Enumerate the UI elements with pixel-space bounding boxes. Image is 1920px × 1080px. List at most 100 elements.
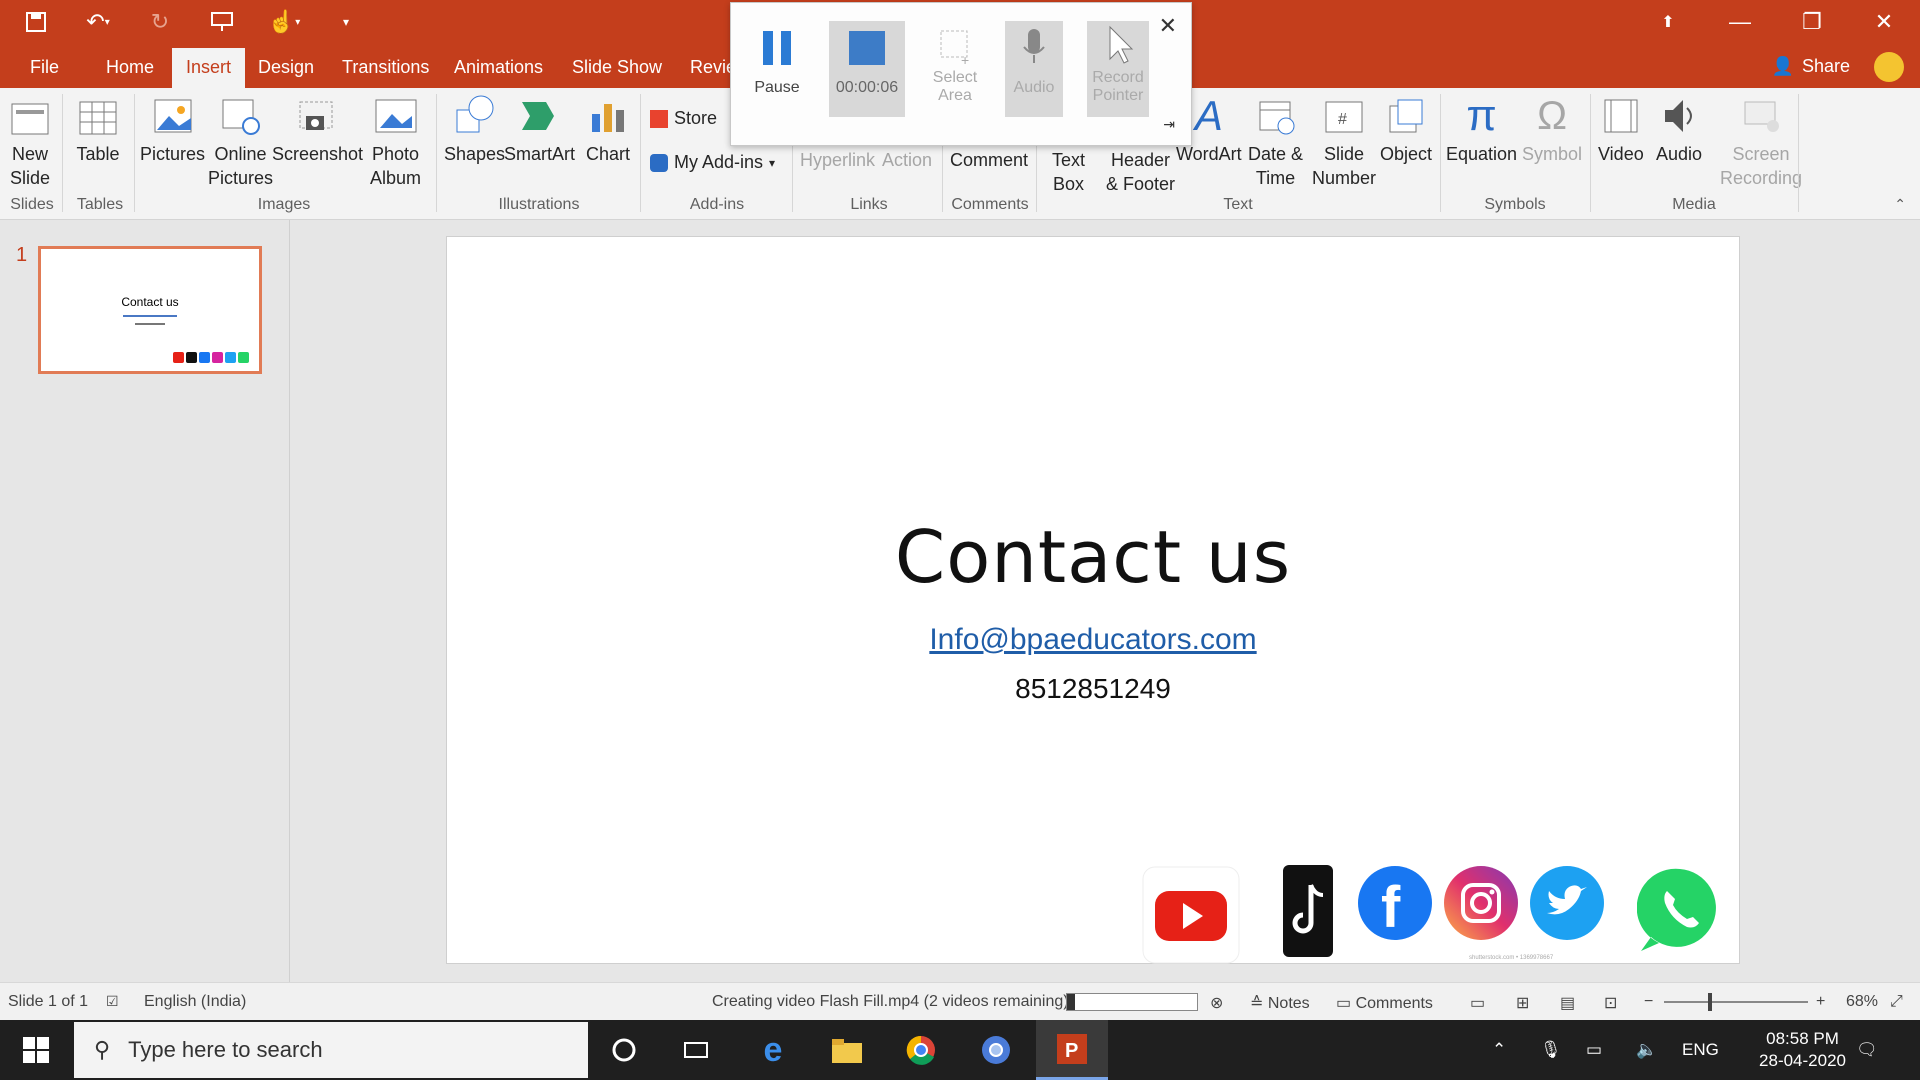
chromium-icon[interactable]	[960, 1020, 1032, 1080]
tab-slide-show[interactable]: Slide Show	[558, 48, 676, 88]
edge-icon[interactable]: e	[737, 1020, 809, 1080]
shapes-button[interactable]: Shapes	[444, 92, 505, 166]
audio-button[interactable]: Audio	[1656, 92, 1702, 166]
file-explorer-icon[interactable]	[811, 1020, 883, 1080]
slide-number-button[interactable]: # Slide Number	[1312, 92, 1376, 190]
ribbon-display-options-icon[interactable]: ⬆	[1632, 0, 1704, 44]
smartart-button[interactable]: SmartArt	[504, 92, 575, 166]
undo-icon[interactable]: ↶ ▾	[82, 6, 114, 38]
feedback-smiley-icon[interactable]	[1874, 52, 1904, 82]
save-icon[interactable]	[20, 6, 52, 38]
show-hidden-icons[interactable]: ⌃	[1492, 1020, 1506, 1080]
fit-to-window-icon[interactable]: ⤢	[1890, 993, 1903, 1011]
customize-qat-icon[interactable]: ▾	[330, 6, 362, 38]
table-button[interactable]: Table	[76, 92, 120, 166]
slide-show-icon[interactable]: ⊡	[1604, 993, 1617, 1013]
screen-recording-button[interactable]: Screen Recording	[1720, 92, 1802, 190]
microphone-tray-icon[interactable]: 🎙	[1540, 1020, 1562, 1080]
hyperlink-button[interactable]: Hyperlink	[800, 148, 875, 172]
taskbar-clock[interactable]: 08:58 PM 28-04-2020	[1759, 1028, 1846, 1072]
twitter-icon[interactable]	[1529, 865, 1605, 941]
text-box-button[interactable]: Text Box	[1052, 148, 1085, 196]
phone-number[interactable]: 8512851249	[447, 673, 1739, 705]
zoom-slider[interactable]	[1664, 1001, 1808, 1003]
tab-design[interactable]: Design	[244, 48, 328, 88]
zoom-slider-thumb[interactable]	[1708, 993, 1712, 1011]
email-link[interactable]: Info@bpaeducators.com	[447, 623, 1739, 657]
tab-insert[interactable]: Insert	[172, 48, 246, 88]
screenshot-icon	[296, 92, 340, 140]
chart-button[interactable]: Chart	[586, 92, 630, 166]
smartart-icon	[518, 92, 562, 140]
cortana-icon[interactable]	[588, 1020, 660, 1080]
select-area-button[interactable]: + Select Area	[917, 21, 993, 117]
new-slide-button[interactable]: New Slide	[8, 92, 52, 190]
notes-button[interactable]: ≙ Notes	[1250, 993, 1310, 1013]
action-button[interactable]: Action	[882, 148, 932, 172]
redo-icon[interactable]: ↻	[144, 6, 176, 38]
slide-canvas[interactable]: Contact us Info@bpaeducators.com 8512851…	[446, 236, 1740, 964]
taskbar-search-box[interactable]: ⚲ Type here to search	[74, 1022, 588, 1078]
symbol-button[interactable]: Ω Symbol	[1522, 92, 1582, 166]
collapse-ribbon-icon[interactable]: ⌃	[1894, 196, 1906, 213]
date-time-button[interactable]: Date & Time	[1248, 92, 1303, 190]
svg-text:#: #	[1338, 111, 1347, 128]
present-icon[interactable]	[206, 6, 238, 38]
instagram-icon[interactable]	[1443, 865, 1519, 941]
minimize-icon[interactable]: —	[1704, 0, 1776, 44]
facebook-icon[interactable]: f	[1357, 865, 1433, 941]
language-indicator[interactable]: English (India)	[144, 993, 246, 1011]
store-button[interactable]: Store	[650, 108, 717, 129]
close-window-icon[interactable]: ✕	[1848, 0, 1920, 44]
twitter-icon	[225, 352, 236, 363]
input-language[interactable]: ENG	[1682, 1020, 1719, 1080]
tab-animations[interactable]: Animations	[440, 48, 557, 88]
zoom-out-icon[interactable]: −	[1644, 993, 1653, 1011]
record-pointer-button[interactable]: Record Pointer	[1087, 21, 1149, 117]
touch-mode-icon[interactable]: ☝ ▾	[268, 6, 300, 38]
my-addins-button[interactable]: My Add-ins ▾	[650, 152, 775, 173]
microphone-icon	[1023, 29, 1045, 63]
comments-button[interactable]: ▭ Comments	[1336, 993, 1433, 1013]
tab-file[interactable]: File	[16, 48, 73, 88]
pin-icon[interactable]: ⇥	[1163, 116, 1175, 133]
whatsapp-icon[interactable]	[1637, 865, 1723, 955]
video-button[interactable]: Video	[1598, 92, 1644, 166]
windows-start-icon[interactable]	[0, 1020, 72, 1080]
screenshot-button[interactable]: Screenshot	[272, 92, 363, 166]
stop-button[interactable]: 00:00:06	[829, 21, 905, 117]
powerpoint-icon[interactable]: P	[1036, 1020, 1108, 1080]
object-button[interactable]: Object	[1380, 92, 1432, 166]
slide-count[interactable]: Slide 1 of 1	[8, 993, 88, 1011]
zoom-level[interactable]: 68%	[1846, 993, 1878, 1011]
cancel-export-icon[interactable]: ⊗	[1210, 993, 1223, 1013]
chrome-icon[interactable]	[885, 1020, 957, 1080]
notifications-icon[interactable]: 🗨	[1856, 1020, 1878, 1080]
online-pictures-button[interactable]: Online Pictures	[208, 92, 273, 190]
comment-button[interactable]: Comment	[950, 148, 1028, 172]
pause-button[interactable]: Pause	[739, 21, 815, 117]
close-icon[interactable]: ✕	[1159, 13, 1177, 39]
slide-sorter-icon[interactable]: ⊞	[1516, 993, 1529, 1013]
slide-thumbnail[interactable]: Contact us	[38, 246, 262, 374]
tab-transitions[interactable]: Transitions	[328, 48, 443, 88]
slide-title[interactable]: Contact us	[447, 515, 1739, 599]
volume-icon[interactable]: 🔈	[1636, 1020, 1657, 1080]
task-view-icon[interactable]	[660, 1020, 732, 1080]
youtube-icon	[173, 352, 184, 363]
normal-view-icon[interactable]: ▭	[1470, 993, 1485, 1013]
photo-album-button[interactable]: Photo Album	[370, 92, 421, 190]
share-button[interactable]: 👤 Share	[1772, 50, 1850, 82]
youtube-icon[interactable]	[1141, 865, 1241, 965]
restore-icon[interactable]: ❐	[1776, 0, 1848, 44]
header-footer-button[interactable]: Header & Footer	[1106, 148, 1175, 196]
spell-check-icon[interactable]: ☑	[106, 993, 119, 1010]
tab-home[interactable]: Home	[92, 48, 168, 88]
zoom-in-icon[interactable]: +	[1816, 993, 1825, 1011]
audio-toggle-button[interactable]: Audio	[1005, 21, 1063, 117]
battery-icon[interactable]: ▭	[1586, 1020, 1602, 1080]
tiktok-icon[interactable]	[1283, 865, 1333, 957]
equation-button[interactable]: π Equation	[1446, 92, 1517, 166]
pictures-button[interactable]: Pictures	[140, 92, 205, 166]
reading-view-icon[interactable]: ▤	[1560, 993, 1575, 1013]
